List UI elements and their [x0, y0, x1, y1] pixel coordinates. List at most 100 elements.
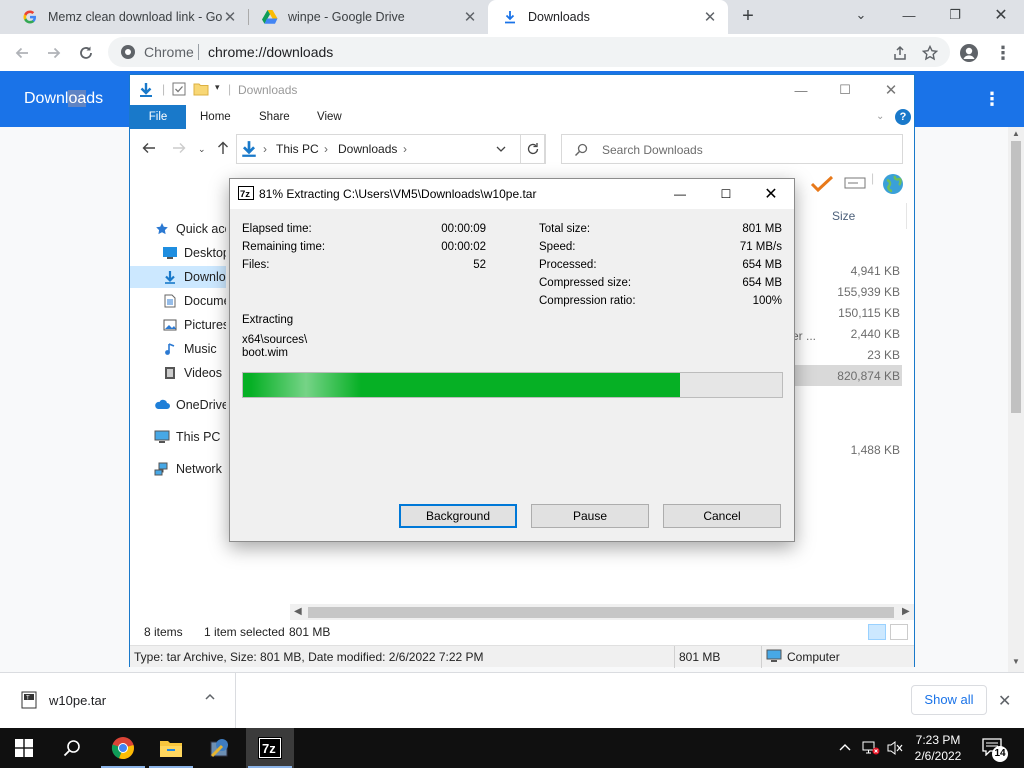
scroll-left-icon[interactable]: ◀ [294, 606, 302, 617]
bookmark-star-icon[interactable] [916, 39, 944, 67]
ribbon-tab-view[interactable]: View [317, 105, 342, 129]
nav-onedrive[interactable]: OneDrive [130, 394, 226, 416]
details-view-icon[interactable] [868, 624, 886, 640]
site-info[interactable]: Chrome [120, 44, 194, 60]
properties-icon[interactable] [172, 82, 186, 96]
ribbon-tab-share[interactable]: Share [259, 105, 290, 129]
taskbar-sevenzip[interactable]: 7z [246, 728, 294, 768]
reload-button[interactable] [72, 39, 100, 67]
scroll-up-icon[interactable]: ▲ [1012, 129, 1020, 138]
close-tab-icon[interactable]: ✕ [702, 9, 718, 26]
new-tab-button[interactable]: + [738, 6, 758, 27]
breadcrumb-chevron-icon[interactable]: › [324, 142, 328, 156]
scroll-right-icon[interactable]: ▶ [902, 606, 910, 617]
refresh-icon[interactable] [520, 134, 546, 164]
nav-videos[interactable]: Videos [130, 362, 226, 384]
hscroll-thumb[interactable] [308, 607, 894, 618]
compression-ratio-label: Compression ratio: [539, 295, 636, 307]
downloads-more-icon[interactable]: ⋮ [983, 89, 1001, 109]
close-tab-icon[interactable]: ✕ [462, 9, 478, 26]
taskbar-chrome[interactable] [99, 728, 147, 768]
network-tray-icon[interactable] [862, 728, 880, 768]
nav-network[interactable]: Network [130, 458, 226, 480]
ribbon-expand-icon[interactable]: ⌄ [876, 105, 884, 129]
taskbar-setup-app[interactable] [196, 728, 244, 768]
large-icons-view-icon[interactable] [890, 624, 908, 640]
breadcrumb-chevron-icon[interactable]: › [263, 142, 267, 156]
forward-button[interactable] [40, 39, 68, 67]
action-center-button[interactable]: 14 [982, 738, 1008, 762]
breadcrumb-downloads[interactable]: Downloads [338, 142, 397, 156]
explorer-search[interactable]: Search Downloads [561, 134, 903, 164]
dialog-close-button[interactable]: ✕ [748, 179, 794, 209]
dialog-maximize-button[interactable]: ☐ [703, 179, 749, 209]
explorer-forward-icon[interactable] [172, 141, 186, 155]
background-button[interactable]: Background [399, 504, 517, 528]
chevron-up-icon[interactable] [204, 691, 216, 703]
nav-music[interactable]: Music [130, 338, 226, 360]
address-bar[interactable]: › This PC › Downloads › [236, 134, 545, 164]
breadcrumb-this-pc[interactable]: This PC [276, 142, 319, 156]
recent-locations-icon[interactable]: ⌄ [198, 144, 206, 155]
globe-icon[interactable] [882, 173, 904, 195]
minimize-button[interactable]: — [886, 0, 932, 30]
nav-pictures[interactable]: Pictures [130, 314, 226, 336]
breadcrumb-chevron-icon[interactable]: › [403, 142, 407, 156]
explorer-downloads-icon [138, 82, 154, 98]
customize-qa-icon[interactable]: ▾ [215, 82, 220, 93]
url-text[interactable]: chrome://downloads [208, 44, 333, 60]
volume-muted-icon[interactable] [886, 728, 904, 768]
close-tab-icon[interactable]: ✕ [222, 9, 238, 26]
column-header-size[interactable]: Size [832, 209, 855, 223]
file-list-hscrollbar[interactable]: ◀ ▶ [290, 604, 914, 620]
cancel-button[interactable]: Cancel [663, 504, 781, 528]
back-button[interactable] [8, 39, 36, 67]
explorer-close-button[interactable]: ✕ [868, 75, 914, 105]
nav-documents[interactable]: Documents [130, 290, 226, 312]
tab-search-icon[interactable]: ⌄ [838, 0, 884, 30]
address-dropdown-icon[interactable] [495, 143, 507, 155]
nav-downloads[interactable]: Downloads [130, 266, 226, 288]
ribbon-tab-home[interactable]: Home [200, 105, 231, 129]
dialog-titlebar: 7z 81% Extracting C:\Users\VM5\Downloads… [230, 179, 794, 209]
tab-winpe[interactable]: winpe - Google Drive ✕ [248, 0, 488, 34]
profile-avatar[interactable] [955, 39, 983, 67]
show-all-button[interactable]: Show all [911, 685, 987, 715]
search-button[interactable] [48, 728, 96, 768]
page-scrollbar[interactable]: ▲ ▼ [1008, 127, 1024, 672]
nav-this-pc[interactable]: This PC [130, 426, 226, 448]
show-hidden-icons[interactable] [838, 728, 852, 768]
dialog-minimize-button[interactable]: — [657, 179, 703, 209]
download-item[interactable]: T w10pe.tar [0, 673, 236, 729]
scrollbar-thumb[interactable] [1011, 141, 1021, 413]
rename-icon[interactable] [844, 175, 866, 191]
new-folder-icon[interactable] [193, 82, 209, 96]
checkmark-icon[interactable] [810, 175, 834, 193]
explorer-back-icon[interactable] [142, 141, 156, 155]
nav-label: Videos [184, 366, 222, 380]
sevenzip-icon: 7z [238, 186, 254, 200]
explorer-minimize-button[interactable]: — [778, 75, 824, 105]
pause-button[interactable]: Pause [531, 504, 649, 528]
explorer-maximize-button[interactable]: ☐ [822, 75, 868, 105]
close-shelf-icon[interactable]: ✕ [998, 691, 1011, 711]
share-icon[interactable] [886, 39, 914, 67]
start-button[interactable] [0, 728, 48, 768]
clock[interactable]: 7:23 PM 2/6/2022 [908, 732, 968, 764]
chrome-menu-icon[interactable]: ⋮ [989, 39, 1017, 67]
help-icon[interactable]: ? [895, 109, 911, 125]
restore-button[interactable]: ❐ [932, 0, 978, 30]
tab-memz[interactable]: Memz clean download link - Goo ✕ [8, 0, 248, 34]
browser-toolbar: Chrome chrome://downloads ⋮ [0, 34, 1024, 71]
ribbon-tab-file[interactable]: File [130, 105, 186, 129]
omnibox[interactable]: Chrome chrome://downloads [108, 37, 950, 67]
sevenzip-progress-dialog: 7z 81% Extracting C:\Users\VM5\Downloads… [229, 178, 795, 542]
scroll-down-icon[interactable]: ▼ [1012, 657, 1020, 666]
nav-quick-access[interactable]: Quick access [130, 218, 226, 240]
up-icon[interactable] [216, 141, 230, 155]
tab-downloads[interactable]: Downloads ✕ [488, 0, 728, 34]
nav-desktop[interactable]: Desktop [130, 242, 226, 264]
current-file: boot.wim [242, 347, 289, 359]
close-window-button[interactable]: ✕ [978, 0, 1024, 30]
taskbar-file-explorer[interactable] [147, 728, 195, 768]
